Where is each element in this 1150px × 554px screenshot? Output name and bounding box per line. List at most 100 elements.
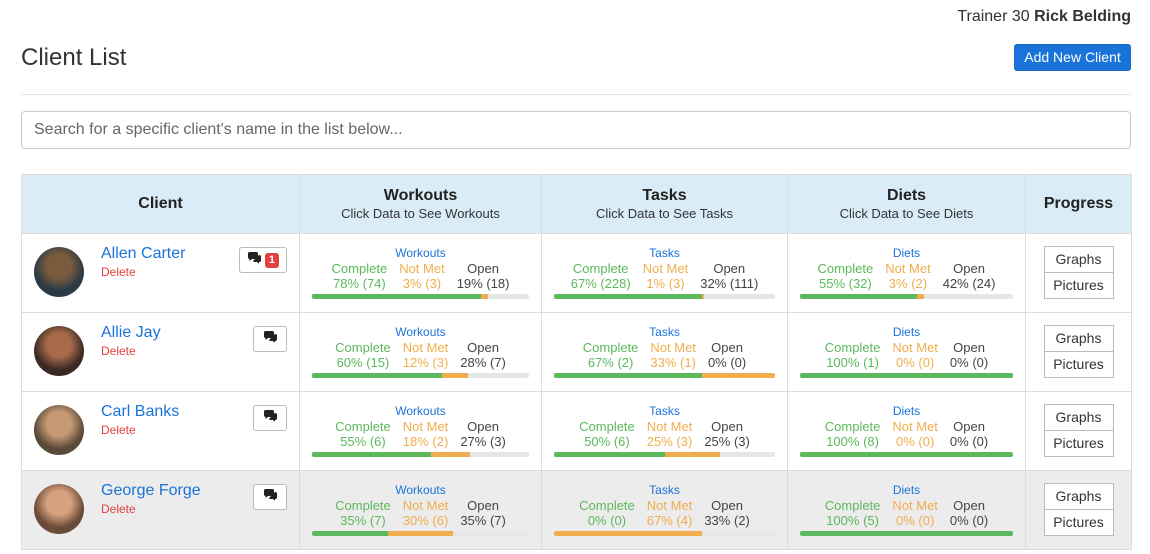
not-met-segment bbox=[702, 373, 775, 378]
diets-progress-bar bbox=[800, 531, 1013, 536]
avatar bbox=[34, 405, 84, 455]
workouts-cell[interactable]: Workouts Complete 55% (6) Not Met 18% (2… bbox=[299, 391, 542, 471]
message-button[interactable]: 1 bbox=[238, 247, 287, 273]
message-button[interactable] bbox=[253, 484, 287, 510]
diets-link[interactable]: Diets bbox=[788, 404, 1025, 418]
pictures-button[interactable]: Pictures bbox=[1043, 430, 1114, 457]
open-stat: Open 33% (2) bbox=[704, 498, 750, 528]
complete-stat: Complete 55% (32) bbox=[817, 261, 874, 291]
delete-link[interactable]: Delete bbox=[101, 423, 136, 437]
client-cell: Carl Banks Delete bbox=[21, 391, 300, 471]
progress-cell: Graphs Pictures bbox=[1025, 233, 1132, 313]
message-button[interactable] bbox=[253, 326, 287, 352]
complete-stat: Complete 0% (0) bbox=[579, 498, 635, 528]
complete-segment bbox=[312, 531, 388, 536]
not-met-stat: Not Met 25% (3) bbox=[646, 419, 693, 449]
graphs-button[interactable]: Graphs bbox=[1043, 404, 1114, 431]
comments-icon bbox=[263, 488, 278, 506]
diets-link[interactable]: Diets bbox=[788, 483, 1025, 497]
client-name-link[interactable]: Carl Banks bbox=[101, 403, 179, 421]
not-met-stat: Not Met 67% (4) bbox=[646, 498, 693, 528]
open-stat: Open 0% (0) bbox=[949, 419, 989, 449]
complete-segment bbox=[554, 452, 665, 457]
comments-icon bbox=[263, 330, 278, 348]
header-diets: Diets Click Data to See Diets bbox=[787, 174, 1026, 234]
client-name-link[interactable]: Allie Jay bbox=[101, 324, 161, 342]
pictures-button[interactable]: Pictures bbox=[1043, 509, 1114, 536]
graphs-button[interactable]: Graphs bbox=[1043, 483, 1114, 510]
tasks-progress-bar bbox=[554, 373, 775, 378]
not-met-segment bbox=[554, 531, 703, 536]
open-stat: Open 35% (7) bbox=[460, 498, 506, 528]
not-met-segment bbox=[442, 373, 469, 378]
header-tasks: Tasks Click Data to See Tasks bbox=[541, 174, 788, 234]
workouts-link[interactable]: Workouts bbox=[300, 404, 541, 418]
diets-progress-bar bbox=[800, 452, 1013, 457]
graphs-button[interactable]: Graphs bbox=[1043, 325, 1114, 352]
page-title: Client List bbox=[21, 44, 127, 71]
workouts-progress-bar bbox=[312, 373, 529, 378]
diets-cell[interactable]: Diets Complete 100% (8) Not Met 0% (0) O… bbox=[787, 391, 1026, 471]
avatar bbox=[34, 247, 84, 297]
complete-stat: Complete 55% (6) bbox=[335, 419, 391, 449]
graphs-button[interactable]: Graphs bbox=[1043, 246, 1114, 273]
comments-icon bbox=[247, 251, 262, 269]
message-button[interactable] bbox=[253, 405, 287, 431]
tasks-progress-bar bbox=[554, 452, 775, 457]
open-stat: Open 0% (0) bbox=[949, 340, 989, 370]
complete-segment bbox=[312, 294, 482, 299]
not-met-stat: Not Met 0% (0) bbox=[892, 498, 938, 528]
tasks-link[interactable]: Tasks bbox=[542, 325, 787, 339]
delete-link[interactable]: Delete bbox=[101, 502, 136, 516]
tasks-link[interactable]: Tasks bbox=[542, 246, 787, 260]
delete-link[interactable]: Delete bbox=[101, 265, 136, 279]
client-name-link[interactable]: Allen Carter bbox=[101, 245, 185, 263]
tasks-cell[interactable]: Tasks Complete 0% (0) Not Met 67% (4) Op… bbox=[541, 470, 788, 550]
pictures-button[interactable]: Pictures bbox=[1043, 272, 1114, 299]
complete-segment bbox=[554, 373, 703, 378]
tasks-link[interactable]: Tasks bbox=[542, 404, 787, 418]
not-met-segment bbox=[387, 531, 454, 536]
complete-segment bbox=[800, 531, 1013, 536]
comments-icon bbox=[263, 409, 278, 427]
not-met-stat: Not Met 12% (3) bbox=[402, 340, 449, 370]
pictures-button[interactable]: Pictures bbox=[1043, 351, 1114, 378]
not-met-stat: Not Met 1% (3) bbox=[642, 261, 689, 291]
workouts-progress-bar bbox=[312, 452, 529, 457]
workouts-progress-bar bbox=[312, 531, 529, 536]
tasks-cell[interactable]: Tasks Complete 50% (6) Not Met 25% (3) O… bbox=[541, 391, 788, 471]
diets-progress-bar bbox=[800, 373, 1013, 378]
tasks-cell[interactable]: Tasks Complete 67% (228) Not Met 1% (3) … bbox=[541, 233, 788, 313]
diets-cell[interactable]: Diets Complete 55% (32) Not Met 3% (2) O… bbox=[787, 233, 1026, 313]
diets-link[interactable]: Diets bbox=[788, 246, 1025, 260]
delete-link[interactable]: Delete bbox=[101, 344, 136, 358]
workouts-cell[interactable]: Workouts Complete 60% (15) Not Met 12% (… bbox=[299, 312, 542, 392]
tasks-link[interactable]: Tasks bbox=[542, 483, 787, 497]
client-table: Client Workouts Click Data to See Workou… bbox=[21, 174, 1132, 550]
diets-cell[interactable]: Diets Complete 100% (5) Not Met 0% (0) O… bbox=[787, 470, 1026, 550]
diets-progress-bar bbox=[800, 294, 1013, 299]
add-new-client-button[interactable]: Add New Client bbox=[1014, 44, 1131, 71]
progress-cell: Graphs Pictures bbox=[1025, 312, 1132, 392]
diets-link[interactable]: Diets bbox=[788, 325, 1025, 339]
complete-segment bbox=[312, 452, 432, 457]
workouts-cell[interactable]: Workouts Complete 78% (74) Not Met 3% (3… bbox=[299, 233, 542, 313]
open-stat: Open 0% (0) bbox=[707, 340, 747, 370]
diets-cell[interactable]: Diets Complete 100% (1) Not Met 0% (0) O… bbox=[787, 312, 1026, 392]
not-met-stat: Not Met 3% (2) bbox=[885, 261, 931, 291]
open-stat: Open 0% (0) bbox=[949, 498, 989, 528]
table-row: George Forge Delete Workouts Complete 35… bbox=[21, 470, 1132, 550]
tasks-cell[interactable]: Tasks Complete 67% (2) Not Met 33% (1) O… bbox=[541, 312, 788, 392]
workouts-progress-bar bbox=[312, 294, 529, 299]
workouts-link[interactable]: Workouts bbox=[300, 325, 541, 339]
complete-stat: Complete 67% (228) bbox=[570, 261, 631, 291]
workouts-link[interactable]: Workouts bbox=[300, 483, 541, 497]
open-stat: Open 32% (111) bbox=[700, 261, 759, 291]
client-name-link[interactable]: George Forge bbox=[101, 482, 201, 500]
workouts-link[interactable]: Workouts bbox=[300, 246, 541, 260]
not-met-stat: Not Met 3% (3) bbox=[399, 261, 445, 291]
open-stat: Open 42% (24) bbox=[942, 261, 996, 291]
search-input[interactable] bbox=[21, 111, 1131, 149]
workouts-cell[interactable]: Workouts Complete 35% (7) Not Met 30% (6… bbox=[299, 470, 542, 550]
open-stat: Open 27% (3) bbox=[460, 419, 506, 449]
